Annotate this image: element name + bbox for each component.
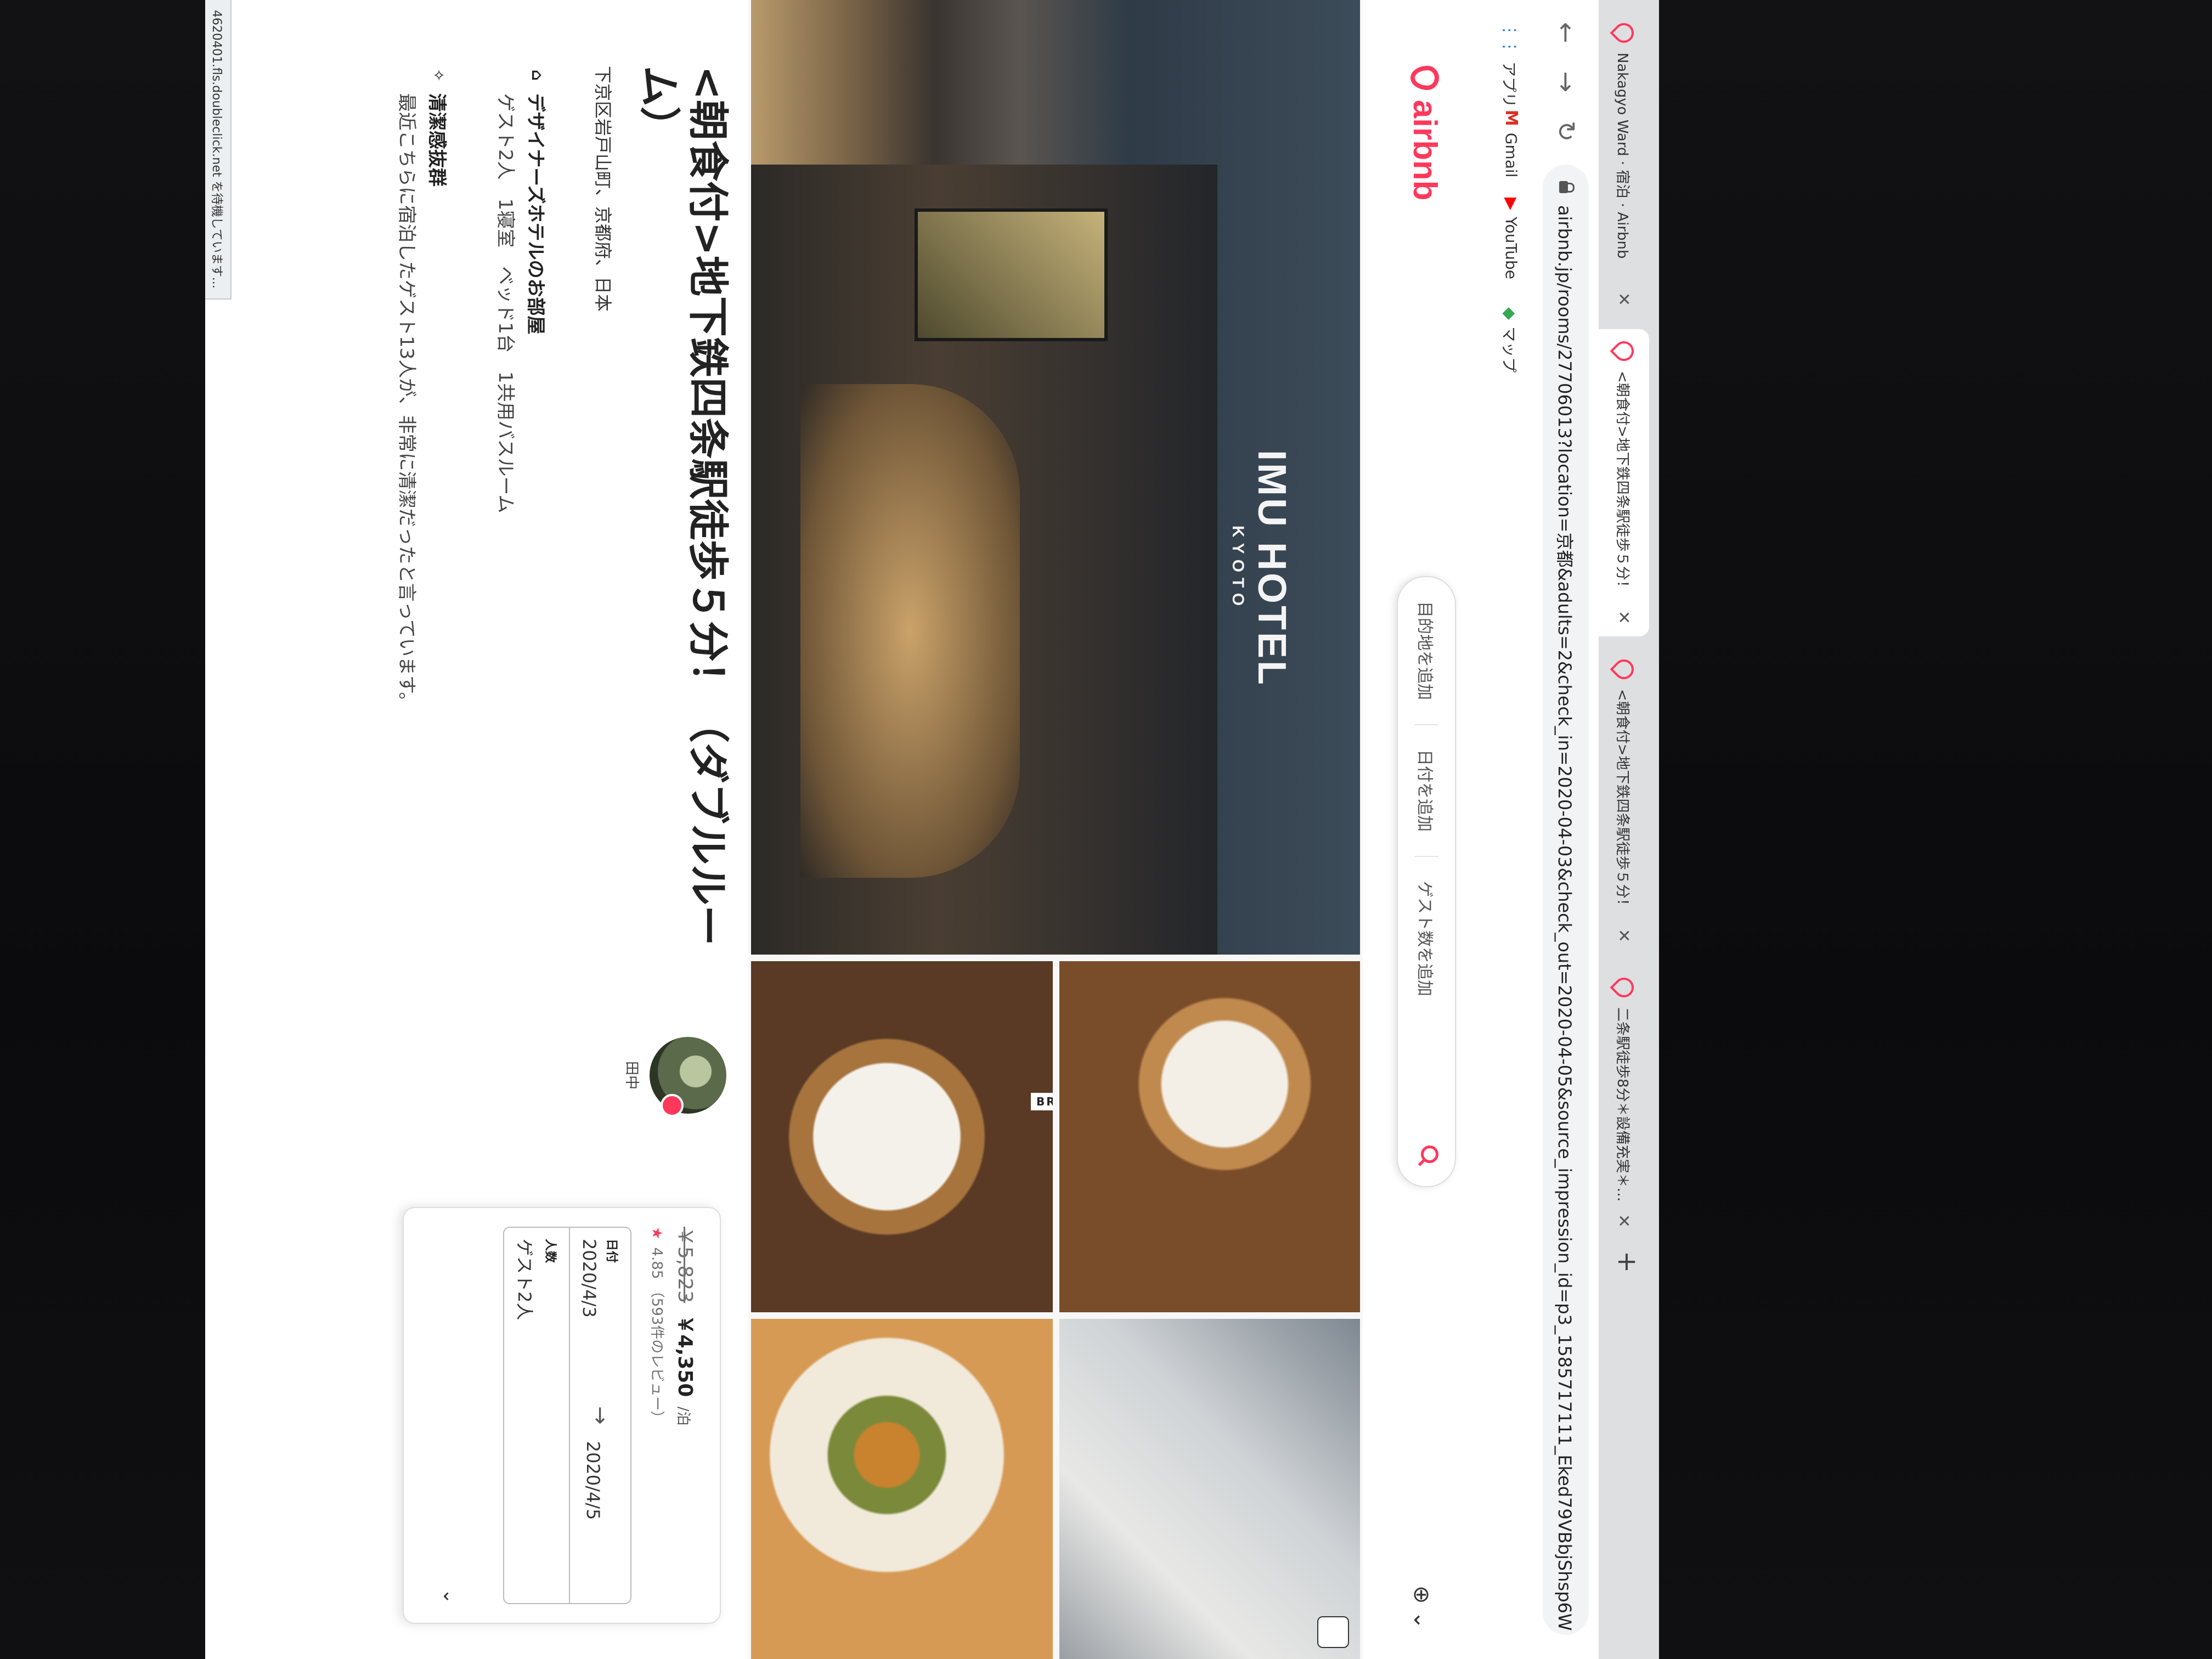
highlight-cleanliness: ✧ 清潔感抜群 最近こちらに宿泊したゲスト13人が、非常に清潔だったと言っていま… (395, 66, 452, 710)
check-out-date[interactable]: 2020/4/5 (583, 1441, 603, 1592)
check-in-date[interactable]: 2020/4/3 (579, 1239, 600, 1390)
search-icon[interactable] (1411, 1140, 1444, 1173)
highlight-title: 清潔感抜群 (426, 93, 448, 187)
original-price: ￥5,823 (674, 1227, 696, 1304)
new-tab-plus-icon[interactable]: + (1612, 1251, 1643, 1273)
reload-icon[interactable]: ↻ (1551, 121, 1581, 142)
destination-field[interactable]: 目的地を追加 (1414, 577, 1438, 725)
guests-field[interactable]: ゲスト数を追加 (1414, 857, 1438, 1020)
per-night: /泊 (675, 1406, 691, 1426)
dates-row[interactable]: 日付 2020/4/3 → 2020/4/5 (569, 1228, 630, 1603)
hotel-exterior-photo[interactable]: IMU HOTEL KYOTO (751, 0, 1360, 955)
guests-label: 人数 (543, 1239, 557, 1263)
breakfast-photo-1[interactable] (1059, 961, 1360, 1312)
browser-toolbar: ← → ↻ airbnb.jp/rooms/27706013?location=… (1532, 0, 1599, 1659)
listing-title: <朝食付>地下鉄四条駅徒歩５分！（ダブルルーム） (635, 66, 731, 946)
airbnb-favicon-icon (1610, 19, 1638, 47)
highlight-detail: 最近こちらに宿泊したゲスト13人が、非常に清潔だったと言っています。 (396, 93, 417, 711)
maps-icon: ◆ (1500, 307, 1520, 320)
address-bar[interactable]: airbnb.jp/rooms/27706013?location=京都&adu… (1543, 165, 1589, 1635)
guests-row[interactable]: 人数 ゲスト2人 (504, 1228, 569, 1603)
price-line: ￥5,823 ￥4,350 /泊 (673, 1227, 701, 1604)
url-text: airbnb.jp/rooms/27706013?location=京都&adu… (1554, 205, 1575, 1631)
bookmark-youtube[interactable]: ▶ YouTube (1502, 198, 1521, 279)
bookmark-label: YouTube (1502, 217, 1520, 279)
hotel-sign-text: IMU HOTEL (1250, 450, 1294, 687)
bookmark-gmail[interactable]: M Gmail (1502, 110, 1521, 178)
rating-line[interactable]: ★ 4.85 （593件のレビュー） (648, 1227, 668, 1604)
apps-grid-icon: ⋮⋮ (1500, 22, 1520, 55)
breakfast-label: BREAKFAST (1031, 1093, 1053, 1110)
sparkle-icon: ✧ (430, 69, 448, 82)
host-name: 田中 (623, 1060, 640, 1090)
tab-title: <朝食付>地下鉄四条駅徒歩５分！ (1614, 371, 1631, 595)
share-icon[interactable] (1317, 1616, 1349, 1648)
photo-of-laptop: Nakagyo Ward · 宿泊 · Airbnb ✕ <朝食付>地下鉄四条駅… (0, 0, 2212, 1659)
dish-photo[interactable] (751, 1319, 1053, 1659)
lobby-interior (800, 384, 1020, 878)
airbnb-favicon-icon (1610, 655, 1638, 684)
close-tab-icon[interactable]: ✕ (1615, 611, 1634, 624)
tab-title: <朝食付>地下鉄四条駅徒歩５分！ (1614, 689, 1631, 913)
breakfast-photo-2[interactable]: BREAKFAST (751, 961, 1053, 1312)
close-tab-icon[interactable]: ✕ (1615, 929, 1634, 943)
star-icon: ★ (648, 1227, 665, 1240)
globe-language-icon[interactable]: ⊕ ⌄ (1409, 1585, 1434, 1629)
airbnb-belo-icon (1410, 66, 1440, 90)
guests-value: ゲスト2人 (514, 1239, 535, 1321)
discount-price: ￥4,350 (674, 1314, 696, 1397)
avatar (650, 1037, 726, 1117)
hotel-sign: IMU HOTEL KYOTO (1228, 450, 1294, 687)
hotel-sign-sub: KYOTO (1229, 525, 1247, 612)
rating-value: 4.85 (648, 1247, 665, 1279)
highlight-title: デザイナーズホテルのお部屋 (524, 93, 546, 335)
status-bar: 4620401.fls.doubleclick.net を待機しています... (205, 0, 232, 300)
tab-2[interactable]: <朝食付>地下鉄四条駅徒歩５分！ ✕ (1599, 647, 1649, 955)
airbnb-header: airbnb 目的地を追加 日付を追加 ゲスト数を追加 ⊕ ⌄ (1363, 0, 1489, 1659)
laptop-screen: Nakagyo Ward · 宿泊 · Airbnb ✕ <朝食付>地下鉄四条駅… (205, 0, 1659, 1659)
airbnb-favicon-icon (1610, 337, 1638, 365)
search-bar[interactable]: 目的地を追加 日付を追加 ゲスト数を追加 (1397, 576, 1456, 1187)
lock-icon (1559, 181, 1568, 193)
airbnb-favicon-icon (1610, 973, 1638, 1002)
forward-arrow-icon[interactable]: → (1551, 71, 1581, 93)
back-arrow-icon[interactable]: ← (1551, 22, 1581, 43)
bookmark-label: Gmail (1502, 132, 1520, 178)
tab-0[interactable]: Nakagyo Ward · 宿泊 · Airbnb ✕ (1599, 11, 1649, 318)
booking-card: ￥5,823 ￥4,350 /泊 ★ 4.85 （593件のレビュー） 日付 2… (403, 1207, 721, 1624)
tab-title: Nakagyo Ward · 宿泊 · Airbnb (1614, 53, 1631, 259)
bookmark-label: マップ (1500, 326, 1518, 373)
logo-text: airbnb (1407, 100, 1443, 201)
booking-fields: 日付 2020/4/3 → 2020/4/5 人数 ゲスト2人 (503, 1227, 631, 1604)
bookmarks-bar: ⋮⋮ アプリ M Gmail ▶ YouTube ◆ マップ (1488, 0, 1533, 1659)
tab-title: 二条駅徒歩8分＊設備充実＊【長期 (1614, 1007, 1631, 1206)
airbnb-logo[interactable]: airbnb (1406, 66, 1444, 200)
close-tab-icon[interactable]: ✕ (1615, 292, 1634, 306)
chevron-down-icon[interactable]: ⌄ (439, 1589, 461, 1605)
superhost-badge-icon (661, 1094, 684, 1117)
bookmark-label: アプリ (1500, 61, 1518, 108)
home-icon: ⌂ (528, 69, 546, 81)
dates-field[interactable]: 日付を追加 (1414, 725, 1438, 857)
bookmark-apps[interactable]: ⋮⋮ アプリ (1499, 22, 1521, 108)
host-profile[interactable]: 田中 (623, 1031, 726, 1119)
review-count: （593件のレビュー） (648, 1283, 665, 1425)
youtube-icon: ▶ (1502, 198, 1521, 211)
gmail-icon: M (1502, 110, 1521, 126)
tab-strip: Nakagyo Ward · 宿泊 · Airbnb ✕ <朝食付>地下鉄四条駅… (1599, 0, 1659, 1659)
bookmark-maps[interactable]: ◆ マップ (1499, 307, 1521, 373)
highlight-room-type: ⌂ デザイナーズホテルのお部屋 ゲスト2人 1寝室 ベッド1台 1共用バスルーム (494, 66, 551, 514)
art-panel (915, 208, 1108, 341)
tab-1[interactable]: <朝食付>地下鉄四条駅徒歩５分！ ✕ (1599, 329, 1649, 636)
dates-label: 日付 (605, 1239, 618, 1263)
listing-body: <朝食付>地下鉄四条駅徒歩５分！（ダブルルーム） 下京区岩戸山町、京都府、日本 … (205, 0, 748, 1659)
highlight-detail: ゲスト2人 1寝室 ベッド1台 1共用バスルーム (494, 93, 516, 514)
arrow-right-icon: → (588, 1406, 613, 1425)
listing-location[interactable]: 下京区岩戸山町、京都府、日本 (591, 66, 617, 312)
tab-3[interactable]: 二条駅徒歩8分＊設備充実＊【長期 ✕ (1599, 966, 1649, 1240)
photo-grid: IMU HOTEL KYOTO BREAKFAST (751, 0, 1360, 1659)
room-photo[interactable] (1059, 1319, 1360, 1659)
close-tab-icon[interactable]: ✕ (1615, 1214, 1634, 1228)
